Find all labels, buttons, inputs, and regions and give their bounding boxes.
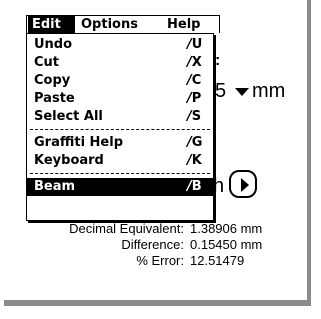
shortcut-key: U (191, 37, 203, 52)
menu-edit[interactable]: Edit (28, 16, 75, 33)
menu-item-label: Cut (34, 55, 60, 70)
menu-item-copy[interactable]: Copy/C (27, 72, 213, 90)
result-row: Difference: 0.15450 mm (0, 237, 321, 252)
menu-item-beam[interactable]: Beam/B (27, 178, 213, 196)
menu-item-label: Select All (34, 109, 103, 124)
result-value: 1.38906 mm (190, 221, 263, 236)
menu-separator (30, 129, 210, 130)
fraction-value-partial[interactable]: 5 (215, 80, 226, 102)
menu-help[interactable]: Help (163, 16, 217, 33)
shortcut-key: P (191, 91, 202, 106)
result-row: % Error: 12.51479 (0, 253, 321, 268)
menu-item-label: Graffiti Help (34, 135, 124, 150)
menu-shadow-right (214, 35, 216, 223)
unit-dropdown-arrow-icon[interactable] (235, 88, 249, 96)
menu-item-paste[interactable]: Paste/P (27, 90, 213, 108)
palm-screen: : 5 mm h Decimal Equivalent: 1.38906 mm Di… (0, 0, 321, 319)
menu-item-shortcut: /C (187, 72, 211, 90)
shortcut-key: G (191, 135, 203, 150)
result-label: % Error: (136, 253, 184, 268)
calculate-button[interactable] (229, 170, 257, 198)
menu-item-label: Beam (34, 179, 76, 194)
play-arrow-icon (241, 178, 249, 192)
menu-item-cut[interactable]: Cut/X (27, 54, 213, 72)
menubar: Edit Options Help (26, 15, 220, 33)
menu-separator (30, 173, 210, 174)
menu-shadow-bottom (28, 221, 216, 223)
menu-item-label: Paste (34, 91, 75, 106)
result-label: Difference: (121, 237, 184, 252)
edit-menu-dropdown: Undo/U Cut/X Copy/C Paste/P Select All/S Graf… (26, 33, 214, 221)
result-label: Decimal Equivalent: (69, 221, 184, 236)
menu-item-shortcut: /P (187, 90, 211, 108)
menu-item-label: Keyboard (34, 153, 104, 168)
menu-options[interactable]: Options (77, 16, 161, 33)
menu-item-label: Undo (34, 37, 73, 52)
menu-item-shortcut: /U (187, 36, 211, 54)
menu-item-shortcut: /S (187, 108, 211, 126)
screen-frame-bottom (4, 300, 311, 306)
shortcut-key: C (191, 73, 202, 88)
menu-item-label: Copy (34, 73, 71, 88)
menu-item-undo[interactable]: Undo/U (27, 36, 213, 54)
menu-item-keyboard[interactable]: Keyboard/K (27, 152, 213, 170)
menu-item-shortcut: /X (187, 54, 211, 72)
result-row: Decimal Equivalent: 1.38906 mm (0, 221, 321, 236)
menu-item-shortcut: /B (187, 178, 211, 196)
result-value: 0.15450 mm (190, 237, 263, 252)
menu-item-shortcut: /K (187, 152, 211, 170)
menu-item-shortcut: /G (187, 134, 211, 152)
result-value: 12.51479 (190, 253, 245, 268)
unit-selector[interactable]: mm (252, 80, 285, 102)
shortcut-key: S (191, 109, 202, 124)
shortcut-key: K (191, 153, 202, 168)
shortcut-key: X (191, 55, 202, 70)
menu-item-select-all[interactable]: Select All/S (27, 108, 213, 126)
shortcut-key: B (191, 179, 202, 194)
menu-item-graffiti-help[interactable]: Graffiti Help/G (27, 134, 213, 152)
